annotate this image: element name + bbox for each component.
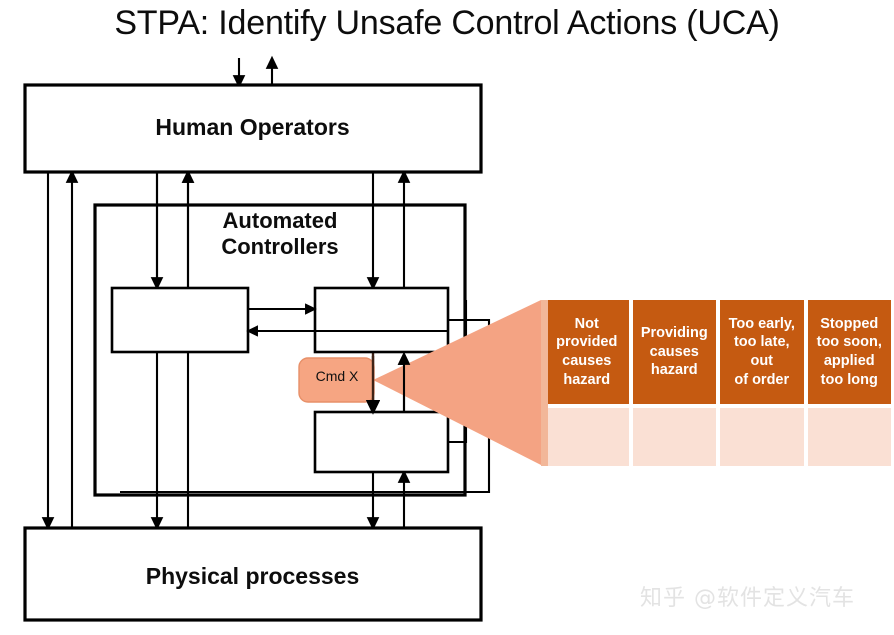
uca-body-cell-3[interactable] — [720, 408, 804, 466]
uca-body-cell-4[interactable] — [807, 408, 891, 466]
label-physical-processes: Physical processes — [145, 563, 360, 589]
box-controller-a — [110, 286, 250, 354]
uca-table-left-accent — [541, 300, 548, 466]
watermark: 知乎 @软件定义汽车 — [640, 586, 855, 611]
uca-table-body-row — [541, 408, 891, 466]
uca-body-cell-1[interactable] — [545, 408, 629, 466]
box-controller-c — [313, 410, 450, 474]
uca-body-cell-2[interactable] — [632, 408, 716, 466]
label-automated-controllers-line1: Automated — [222, 208, 338, 233]
slide-canvas: STPA: Identify Unsafe Control Actions (U… — [0, 0, 894, 635]
label-automated-controllers: Automated Controllers — [150, 208, 410, 260]
uca-table-header-row: Not provided causes hazard Providing cau… — [541, 300, 891, 404]
uca-header-cell-providing: Providing causes hazard — [632, 300, 716, 404]
label-human-operators: Human Operators — [155, 114, 350, 140]
uca-header-cell-too-early-too-late: Too early, too late, out of order — [720, 300, 804, 404]
label-cmd-x: Cmd X — [315, 368, 359, 384]
label-automated-controllers-line2: Controllers — [221, 233, 339, 259]
uca-table: Not provided causes hazard Providing cau… — [541, 300, 891, 466]
uca-header-cell-stopped-too-soon: Stopped too soon, applied too long — [807, 300, 891, 404]
box-controller-b — [313, 286, 450, 354]
uca-header-cell-not-provided: Not provided causes hazard — [545, 300, 629, 404]
